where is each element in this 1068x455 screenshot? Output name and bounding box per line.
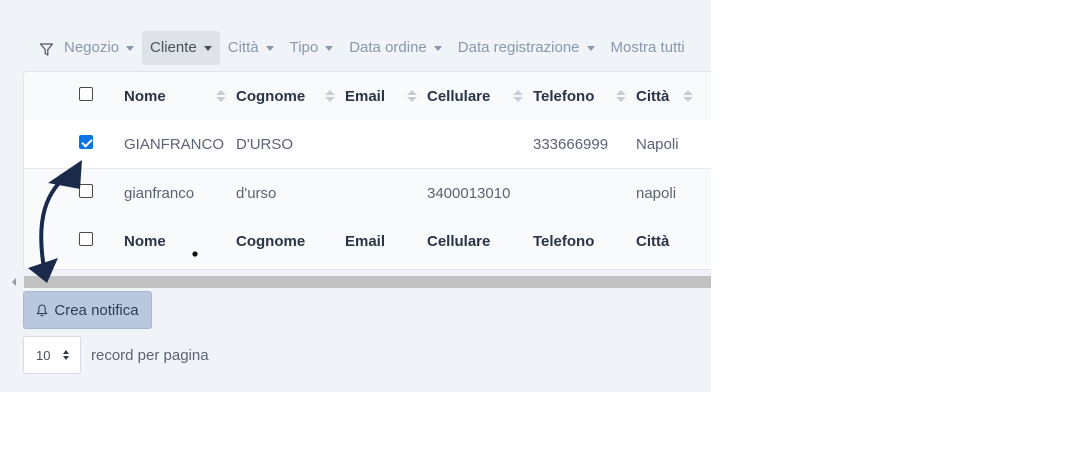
- chevron-down-icon: [126, 46, 135, 51]
- chevron-down-icon: [586, 46, 595, 51]
- table-header-row: Nome Cognome Email Cellulare Telefono Ci…: [24, 72, 711, 120]
- select-all-cell: [24, 72, 124, 120]
- bell-icon: [36, 303, 48, 317]
- sort-icon: [683, 90, 694, 102]
- scrollbar-thumb[interactable]: [24, 276, 711, 288]
- footer-column-cognome: Cognome: [236, 232, 306, 250]
- cell-email: [345, 169, 427, 218]
- table-footer-row: Nome Cognome Email Cellulare Telefono Ci…: [24, 217, 711, 265]
- select-all-checkbox[interactable]: [79, 87, 93, 101]
- filter-bar: Negozio Cliente Città Tipo Data ordine D…: [38, 31, 693, 65]
- cell-cognome: D'URSO: [236, 120, 345, 169]
- filter-data-registrazione-label: Data registrazione: [457, 39, 580, 56]
- cell-citta: Napoli: [636, 120, 711, 169]
- footer-column-nome: Nome: [124, 232, 166, 250]
- chevron-down-icon: [203, 46, 212, 51]
- filter-cliente[interactable]: Cliente: [142, 31, 220, 65]
- filter-citta-label: Città: [227, 39, 259, 56]
- sort-icon: [407, 90, 417, 102]
- chevron-down-icon: [325, 46, 334, 51]
- filter-citta[interactable]: Città: [220, 31, 282, 65]
- customers-table: Nome Cognome Email Cellulare Telefono Ci…: [24, 72, 711, 265]
- footer-select-all-checkbox[interactable]: [79, 232, 93, 246]
- filter-mostra-tutti[interactable]: Mostra tutti: [603, 31, 693, 65]
- customers-table-container: Nome Cognome Email Cellulare Telefono Ci…: [23, 71, 711, 270]
- footer-column-email: Email: [345, 232, 386, 250]
- app-panel: Negozio Cliente Città Tipo Data ordine D…: [0, 0, 711, 392]
- row-checkbox[interactable]: [79, 184, 93, 198]
- sort-icon: [513, 90, 523, 102]
- page-size-label: record per pagina: [91, 346, 209, 364]
- column-header-cognome[interactable]: Cognome: [236, 72, 345, 120]
- sort-icon: [616, 90, 626, 102]
- column-header-label: Telefono: [533, 87, 595, 105]
- column-header-label: Città: [636, 87, 670, 105]
- create-notification-button[interactable]: Crea notifica: [23, 291, 152, 329]
- row-checkbox-checked[interactable]: [79, 135, 93, 149]
- cell-telefono: [533, 169, 636, 218]
- column-header-nome[interactable]: Nome: [124, 72, 236, 120]
- cell-cellulare: 3400013010: [427, 184, 511, 202]
- create-notification-label: Crea notifica: [54, 301, 139, 319]
- sort-icon: [325, 90, 335, 102]
- column-header-citta[interactable]: Città: [636, 72, 711, 120]
- column-header-cellulare[interactable]: Cellulare: [427, 72, 533, 120]
- filter-data-ordine[interactable]: Data ordine: [341, 31, 450, 65]
- filter-mostra-tutti-label: Mostra tutti: [610, 39, 685, 56]
- filter-negozio-label: Negozio: [64, 39, 120, 56]
- footer-select-cell: [24, 217, 124, 265]
- cell-cognome: d'urso: [236, 184, 277, 202]
- filter-tipo[interactable]: Tipo: [282, 31, 342, 65]
- page-size-control: 10 record per pagina: [23, 336, 209, 374]
- footer-column-cellulare: Cellulare: [427, 232, 491, 250]
- filter-data-ordine-label: Data ordine: [349, 39, 427, 56]
- select-arrows-icon: [63, 350, 69, 360]
- column-header-label: Nome: [124, 87, 166, 105]
- table-row[interactable]: GIANFRANCO D'URSO 333666999 Napoli: [24, 120, 711, 169]
- cell-cellulare: [427, 120, 533, 169]
- column-header-label: Email: [345, 87, 386, 105]
- chevron-down-icon: [265, 46, 274, 51]
- cell-nome: gianfranco: [124, 184, 195, 202]
- sort-icon: [216, 90, 226, 102]
- filter-icon: [38, 41, 54, 57]
- column-header-label: Cellulare: [427, 87, 491, 105]
- horizontal-scrollbar[interactable]: [0, 275, 711, 289]
- column-header-telefono[interactable]: Telefono: [533, 72, 636, 120]
- footer-column-telefono: Telefono: [533, 232, 595, 250]
- cell-telefono: 333666999: [533, 120, 636, 169]
- chevron-down-icon: [433, 46, 442, 51]
- filter-data-registrazione[interactable]: Data registrazione: [450, 31, 603, 65]
- filter-cliente-label: Cliente: [150, 39, 197, 56]
- page-size-value: 10: [36, 347, 51, 363]
- footer-column-citta: Città: [636, 232, 670, 250]
- filter-tipo-label: Tipo: [289, 39, 319, 56]
- column-header-label: Cognome: [236, 87, 306, 105]
- cell-citta: napoli: [636, 184, 677, 202]
- cell-nome: GIANFRANCO: [124, 120, 236, 169]
- cell-email: [345, 120, 427, 169]
- filter-negozio[interactable]: Negozio: [64, 31, 142, 65]
- table-row[interactable]: gianfranco d'urso 3400013010 napoli: [24, 168, 711, 218]
- column-header-email[interactable]: Email: [345, 72, 427, 120]
- row-select-cell: [24, 169, 124, 218]
- page-size-select[interactable]: 10: [23, 336, 81, 374]
- row-select-cell: [24, 120, 124, 169]
- scroll-left-arrow-icon[interactable]: [12, 278, 16, 286]
